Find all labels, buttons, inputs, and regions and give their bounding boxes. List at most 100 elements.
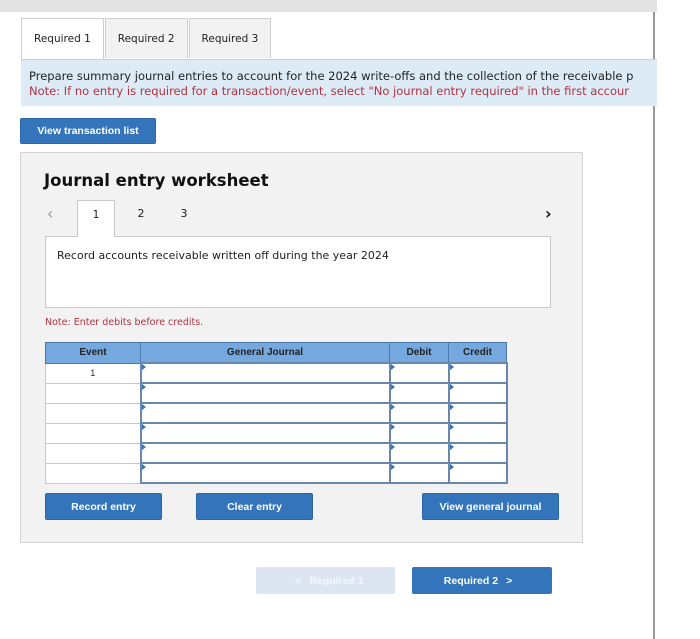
input-marker-icon xyxy=(141,384,146,390)
journal-row xyxy=(45,382,508,404)
credit-cell xyxy=(447,442,508,464)
credit-cell xyxy=(447,362,508,384)
credit-input[interactable] xyxy=(449,363,506,382)
input-marker-icon xyxy=(449,424,454,430)
journal-row xyxy=(45,402,508,424)
input-marker-icon xyxy=(390,364,395,370)
account-select[interactable] xyxy=(141,443,389,462)
chevron-right-icon: > xyxy=(506,574,513,587)
account-select[interactable] xyxy=(141,423,389,442)
debit-cell xyxy=(388,382,450,404)
input-marker-icon xyxy=(449,384,454,390)
tab-required-3[interactable]: Required 3 xyxy=(188,18,272,58)
debit-input[interactable] xyxy=(390,423,448,442)
account-select[interactable] xyxy=(141,383,389,402)
debit-cell xyxy=(388,402,450,424)
debit-input[interactable] xyxy=(390,363,448,382)
debit-cell xyxy=(388,362,450,384)
credit-input[interactable] xyxy=(449,463,506,482)
credit-input[interactable] xyxy=(449,443,506,462)
prev-requirement-label: Required 1 xyxy=(309,574,364,587)
chevron-right-icon[interactable]: › xyxy=(545,204,552,223)
journal-row xyxy=(45,462,508,484)
account-cell xyxy=(139,382,391,404)
next-requirement-label: Required 2 xyxy=(443,574,499,587)
event-cell xyxy=(45,382,141,404)
journal-header-row: Event General Journal Debit Credit xyxy=(45,342,507,364)
credit-cell xyxy=(447,402,508,424)
worksheet-step-1[interactable]: 1 xyxy=(77,200,115,237)
credit-input[interactable] xyxy=(449,423,506,442)
tab-required-1[interactable]: Required 1 xyxy=(21,18,104,59)
header-general-journal: General Journal xyxy=(140,342,390,364)
account-select[interactable] xyxy=(141,403,389,422)
input-marker-icon xyxy=(390,444,395,450)
worksheet-step-2[interactable]: 2 xyxy=(122,200,160,236)
instructions-note: Note: If no entry is required for a tran… xyxy=(29,84,630,98)
entry-description-text: Record accounts receivable written off d… xyxy=(57,249,389,262)
account-cell xyxy=(139,422,391,444)
top-bar xyxy=(0,0,657,12)
tab-required-2[interactable]: Required 2 xyxy=(104,18,188,58)
event-cell xyxy=(45,402,141,424)
debit-input[interactable] xyxy=(390,403,448,422)
chevron-left-icon[interactable]: ‹ xyxy=(47,204,53,223)
input-marker-icon xyxy=(449,444,454,450)
credit-input[interactable] xyxy=(449,403,506,422)
event-cell xyxy=(45,422,141,444)
debit-input[interactable] xyxy=(390,383,448,402)
input-marker-icon xyxy=(141,424,146,430)
account-cell xyxy=(139,442,391,464)
debit-cell xyxy=(388,422,450,444)
event-cell xyxy=(45,462,141,484)
account-select[interactable] xyxy=(141,363,389,382)
worksheet-title: Journal entry worksheet xyxy=(44,171,269,190)
input-marker-icon xyxy=(449,364,454,370)
input-marker-icon xyxy=(141,404,146,410)
input-marker-icon xyxy=(141,464,146,470)
credit-cell xyxy=(447,422,508,444)
record-entry-button[interactable]: Record entry xyxy=(45,493,162,520)
journal-row xyxy=(45,442,508,464)
input-marker-icon xyxy=(449,464,454,470)
input-marker-icon xyxy=(390,384,395,390)
account-select[interactable] xyxy=(141,463,389,482)
journal-row: 1 xyxy=(45,362,508,384)
credit-cell xyxy=(447,462,508,484)
chevron-left-icon: < xyxy=(295,574,302,587)
account-cell xyxy=(139,362,391,384)
entry-description: Record accounts receivable written off d… xyxy=(45,236,551,308)
prev-requirement-button: < Required 1 xyxy=(256,567,395,594)
view-transaction-list-button[interactable]: View transaction list xyxy=(20,118,156,144)
input-marker-icon xyxy=(390,424,395,430)
event-cell: 1 xyxy=(45,362,141,384)
header-event: Event xyxy=(45,342,141,364)
clear-entry-button[interactable]: Clear entry xyxy=(196,493,313,520)
journal-row xyxy=(45,422,508,444)
journal-entry-worksheet: Journal entry worksheet ‹ 1 2 3 › Record… xyxy=(20,152,583,543)
debit-cell xyxy=(388,442,450,464)
debit-input[interactable] xyxy=(390,463,448,482)
page-divider xyxy=(653,12,655,639)
journal-table: Event General Journal Debit Credit 1 xyxy=(45,342,508,484)
account-cell xyxy=(139,462,391,484)
credit-input[interactable] xyxy=(449,383,506,402)
input-marker-icon xyxy=(449,404,454,410)
account-cell xyxy=(139,402,391,424)
view-general-journal-button[interactable]: View general journal xyxy=(422,493,559,520)
input-marker-icon xyxy=(390,404,395,410)
instructions-panel: Prepare summary journal entries to accou… xyxy=(21,59,657,106)
input-marker-icon xyxy=(141,444,146,450)
debit-cell xyxy=(388,462,450,484)
requirement-tabs: Required 1 Required 2 Required 3 xyxy=(21,18,272,59)
input-marker-icon xyxy=(141,364,146,370)
worksheet-step-3[interactable]: 3 xyxy=(165,200,203,236)
header-credit: Credit xyxy=(448,342,507,364)
input-marker-icon xyxy=(390,464,395,470)
next-requirement-button[interactable]: Required 2 > xyxy=(412,567,552,594)
debit-credit-note: Note: Enter debits before credits. xyxy=(45,317,204,328)
debit-input[interactable] xyxy=(390,443,448,462)
header-debit: Debit xyxy=(389,342,449,364)
event-cell xyxy=(45,442,141,464)
credit-cell xyxy=(447,382,508,404)
